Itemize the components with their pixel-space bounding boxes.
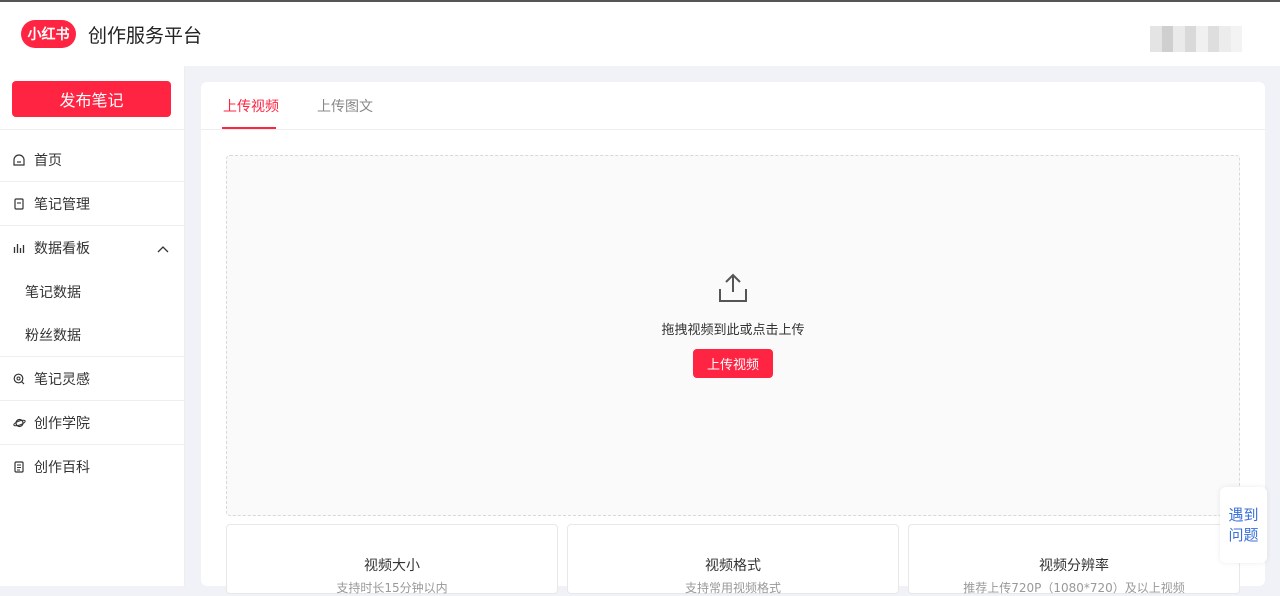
upload-panel: 上传视频 上传图文 拖拽视频到此或点击上传 上传视频 视频大小 支持时长15分钟… — [201, 82, 1265, 595]
video-dropzone[interactable]: 拖拽视频到此或点击上传 上传视频 — [226, 155, 1240, 516]
help-line-2: 问题 — [1228, 526, 1259, 544]
chart-icon — [12, 241, 26, 255]
info-card-title: 视频格式 — [705, 558, 761, 574]
upload-icon — [718, 272, 748, 308]
doc-icon — [12, 460, 26, 474]
sidebar-item-fan-data[interactable]: 粉丝数据 — [0, 313, 185, 357]
info-card-title: 视频大小 — [364, 558, 420, 574]
help-widget[interactable]: 遇到 问题 — [1220, 487, 1267, 563]
inspiration-icon — [12, 372, 26, 386]
sidebar-item-note-inspiration[interactable]: 笔记灵感 — [0, 357, 185, 401]
brand-logo[interactable]: 小红书 — [21, 20, 76, 48]
upload-tabs: 上传视频 上传图文 — [201, 82, 1265, 130]
active-tab-indicator — [222, 127, 276, 129]
chevron-up-icon[interactable] — [157, 241, 169, 257]
info-card-desc: 推荐上传720P（1080*720）及以上视频 — [963, 581, 1185, 595]
tab-upload-image-text[interactable]: 上传图文 — [317, 96, 373, 116]
sidebar-item-label: 笔记数据 — [25, 285, 81, 301]
platform-title: 创作服务平台 — [88, 24, 203, 47]
dropzone-hint: 拖拽视频到此或点击上传 — [661, 323, 805, 338]
publish-note-button[interactable]: 发布笔记 — [12, 81, 171, 117]
sidebar-item-label: 创作百科 — [34, 460, 90, 476]
info-card-title: 视频分辨率 — [1039, 558, 1109, 574]
sidebar-item-creator-wiki[interactable]: 创作百科 — [0, 445, 185, 489]
sidebar: 发布笔记 首页 笔记管理 数据看板 笔记数据 粉丝数据 笔记灵感 创作学院 创作… — [0, 66, 185, 586]
help-line-1: 遇到 — [1228, 506, 1259, 524]
upload-video-button[interactable]: 上传视频 — [693, 349, 773, 378]
sidebar-item-label: 创作学院 — [34, 416, 90, 432]
sidebar-item-label: 首页 — [34, 153, 62, 169]
top-bar: 小红书 创作服务平台 — [0, 0, 1280, 66]
info-card-desc: 支持常用视频格式 — [684, 581, 781, 595]
user-avatar-blurred[interactable] — [1150, 26, 1242, 52]
sidebar-item-label: 粉丝数据 — [25, 328, 81, 344]
divider — [0, 129, 185, 130]
sidebar-item-label: 笔记灵感 — [34, 372, 90, 388]
home-icon — [12, 153, 26, 167]
sidebar-item-data-dashboard[interactable]: 数据看板 — [0, 226, 185, 270]
sidebar-item-home[interactable]: 首页 — [0, 138, 185, 182]
sidebar-item-creator-academy[interactable]: 创作学院 — [0, 401, 185, 445]
sidebar-item-note-data[interactable]: 笔记数据 — [0, 270, 185, 314]
info-card-video-resolution: 视频分辨率 推荐上传720P（1080*720）及以上视频 — [908, 524, 1240, 595]
info-card-video-format: 视频格式 支持常用视频格式 — [567, 524, 899, 595]
note-icon — [12, 197, 26, 211]
info-card-desc: 支持时长15分钟以内 — [336, 581, 448, 595]
tab-upload-video[interactable]: 上传视频 — [223, 96, 279, 116]
info-card-video-size: 视频大小 支持时长15分钟以内 — [226, 524, 558, 595]
planet-icon — [12, 416, 26, 430]
sidebar-item-note-management[interactable]: 笔记管理 — [0, 182, 185, 226]
sidebar-item-label: 数据看板 — [34, 241, 90, 257]
sidebar-item-label: 笔记管理 — [34, 197, 90, 213]
